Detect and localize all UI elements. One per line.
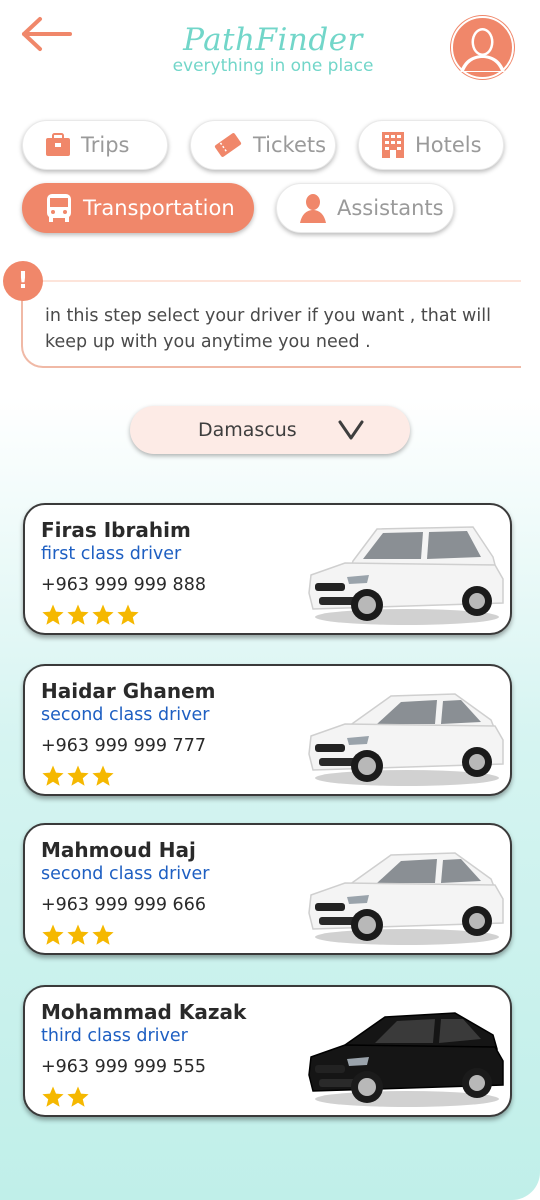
notice-text: in this step select your driver if you w… xyxy=(45,306,491,352)
driver-class: first class driver xyxy=(41,544,182,564)
star-icon xyxy=(42,924,64,945)
app-title: PathFinder xyxy=(183,22,363,58)
app-screen: PathFinder everything in one place Trips… xyxy=(0,0,540,1200)
driver-name: Mohammad Kazak xyxy=(41,1000,247,1024)
star-icon xyxy=(92,924,114,945)
star-icon xyxy=(42,604,64,625)
city-dropdown[interactable]: Damascus xyxy=(130,406,410,454)
driver-class: second class driver xyxy=(41,705,210,725)
driver-rating xyxy=(41,1085,91,1111)
driver-class: second class driver xyxy=(41,864,210,884)
tab-hotels[interactable]: Hotels xyxy=(358,120,504,170)
back-button[interactable] xyxy=(20,14,76,54)
driver-card[interactable]: Firas Ibrahim first class driver +963 99… xyxy=(23,503,512,635)
city-dropdown-value: Damascus xyxy=(198,419,297,441)
star-icon xyxy=(67,924,89,945)
chevron-down-icon xyxy=(338,420,364,440)
car-image xyxy=(305,995,505,1111)
star-icon xyxy=(67,604,89,625)
star-icon xyxy=(67,1086,89,1107)
briefcase-icon xyxy=(46,133,70,156)
car-icon xyxy=(308,526,504,625)
driver-card[interactable]: Haidar Ghanem second class driver +963 9… xyxy=(23,664,512,796)
tab-trips-label: Trips xyxy=(81,133,130,157)
car-image xyxy=(305,674,505,790)
car-icon xyxy=(308,852,504,945)
driver-rating xyxy=(41,603,141,629)
exclamation-icon: ! xyxy=(3,261,43,301)
driver-card[interactable]: Mohammad Kazak third class driver +963 9… xyxy=(23,985,512,1117)
tab-trips[interactable]: Trips xyxy=(22,120,168,170)
driver-class: third class driver xyxy=(41,1026,188,1046)
driver-rating xyxy=(41,764,116,790)
driver-phone: +963 999 999 777 xyxy=(41,736,206,756)
tab-transportation[interactable]: Transportation xyxy=(22,183,254,233)
tab-tickets[interactable]: Tickets xyxy=(190,120,336,170)
car-icon xyxy=(308,1012,504,1107)
car-icon xyxy=(308,693,504,786)
driver-rating xyxy=(41,923,116,949)
ticket-icon xyxy=(214,133,242,157)
profile-avatar[interactable] xyxy=(450,15,515,80)
tab-assistants[interactable]: Assistants xyxy=(276,183,454,233)
driver-card[interactable]: Mahmoud Haj second class driver +963 999… xyxy=(23,823,512,955)
car-image xyxy=(305,833,505,949)
tab-transportation-label: Transportation xyxy=(83,196,235,220)
tab-tickets-label: Tickets xyxy=(253,133,327,157)
star-icon xyxy=(42,765,64,786)
driver-name: Haidar Ghanem xyxy=(41,679,216,703)
driver-phone: +963 999 999 555 xyxy=(41,1057,206,1077)
star-icon xyxy=(117,604,139,625)
tab-assistants-label: Assistants xyxy=(337,196,444,220)
driver-phone: +963 999 999 888 xyxy=(41,575,206,595)
app-subtitle: everything in one place xyxy=(172,56,374,76)
star-icon xyxy=(92,765,114,786)
building-icon xyxy=(382,132,404,158)
car-image xyxy=(305,513,505,629)
star-icon xyxy=(67,765,89,786)
star-icon xyxy=(42,1086,64,1107)
arrow-left-icon xyxy=(22,17,72,51)
driver-name: Mahmoud Haj xyxy=(41,838,196,862)
brand: PathFinder everything in one place xyxy=(150,22,396,76)
tab-hotels-label: Hotels xyxy=(415,133,482,157)
driver-phone: +963 999 999 666 xyxy=(41,895,206,915)
star-icon xyxy=(92,604,114,625)
user-icon xyxy=(451,16,514,79)
bus-icon xyxy=(47,194,71,222)
person-icon xyxy=(300,194,326,223)
driver-name: Firas Ibrahim xyxy=(41,518,191,542)
